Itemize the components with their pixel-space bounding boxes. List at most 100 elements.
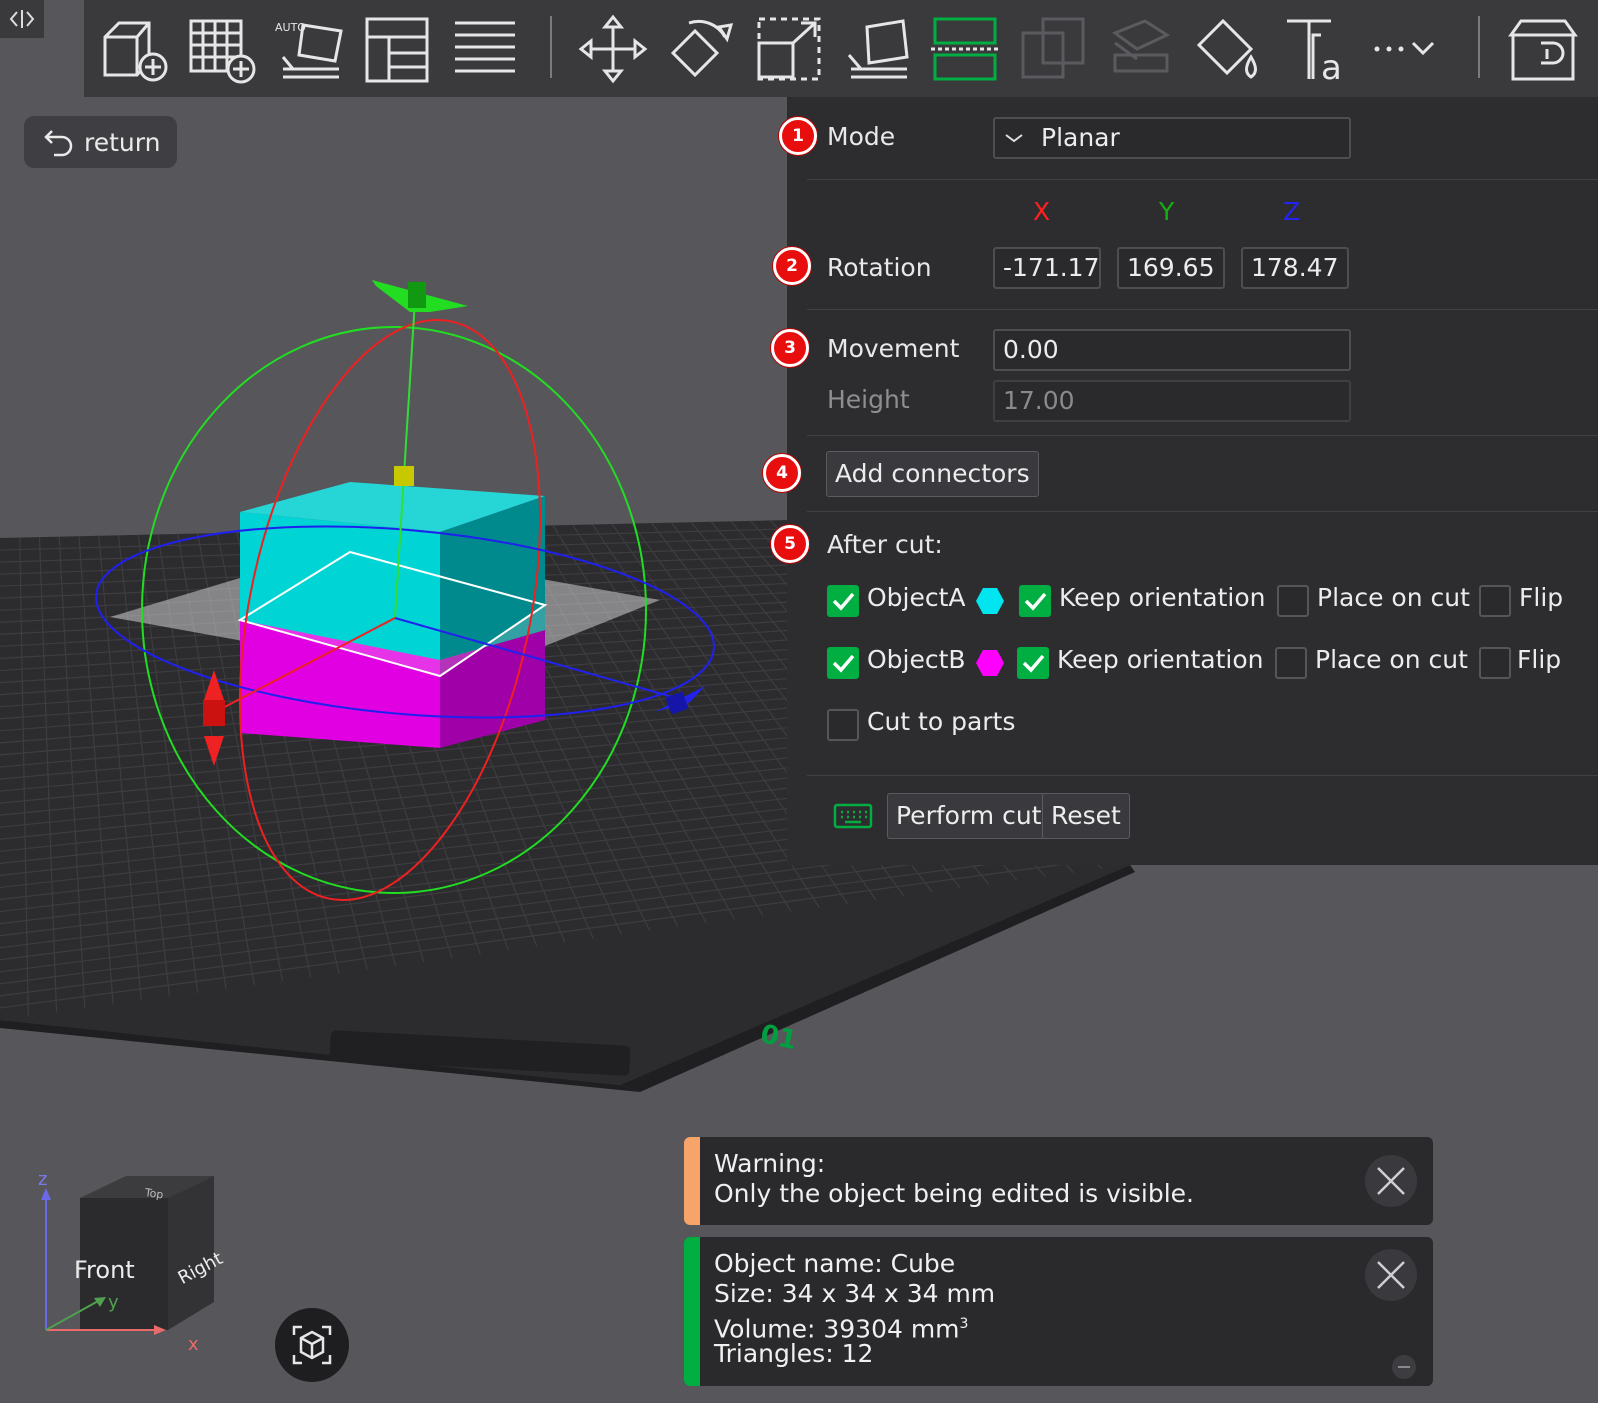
height-input: 17.00 xyxy=(993,380,1351,422)
object-a-keep-orientation-checkbox[interactable] xyxy=(1019,585,1051,617)
axis-z-label: Z xyxy=(1283,197,1301,226)
move-button[interactable] xyxy=(574,10,652,88)
height-label: Height xyxy=(827,385,910,414)
warning-notification: Warning: Only the object being edited is… xyxy=(684,1137,1433,1225)
undo-arrow-icon xyxy=(44,130,73,157)
object-b-keep-orientation-checkbox[interactable] xyxy=(1017,647,1049,679)
view-cube-top-label: Top xyxy=(143,1186,164,1202)
object-a-flip-label: Flip xyxy=(1519,583,1564,612)
move-icon xyxy=(578,14,648,84)
object-a-place-on-cut-label: Place on cut xyxy=(1317,583,1470,612)
add-connectors-button[interactable]: Add connectors xyxy=(826,451,1039,497)
warning-title: Warning: xyxy=(714,1149,826,1178)
object-b-place-on-cut-checkbox[interactable] xyxy=(1275,647,1307,679)
top-toolbar: AUTO a xyxy=(84,0,1598,97)
boolean-icon xyxy=(1021,17,1085,79)
auto-orient-button[interactable]: AUTO xyxy=(270,10,348,88)
axis-x-label: X xyxy=(1033,197,1051,226)
text-icon: a xyxy=(1287,19,1342,85)
cube-add-icon xyxy=(103,21,168,82)
lay-on-face-icon xyxy=(847,19,909,79)
object-a-flip-checkbox[interactable] xyxy=(1479,585,1511,617)
code-toggle-icon xyxy=(9,10,35,28)
mode-value: Planar xyxy=(1041,123,1120,152)
paint-bucket-icon xyxy=(1196,18,1257,79)
grid-add-icon xyxy=(189,19,256,84)
cut-to-parts-checkbox[interactable] xyxy=(827,709,859,741)
auto-orient-icon: AUTO xyxy=(275,21,343,79)
axis-z-indicator: z xyxy=(38,1170,47,1190)
support-paint-button[interactable] xyxy=(1102,10,1180,88)
view-cube-front-label: Front xyxy=(74,1256,135,1284)
cut-icon xyxy=(931,17,999,81)
layers-button[interactable] xyxy=(446,10,524,88)
rotation-label: Rotation xyxy=(827,253,932,282)
svg-text:a: a xyxy=(1321,48,1342,85)
more-icon xyxy=(1374,41,1435,56)
minimize-info-button[interactable] xyxy=(1392,1355,1416,1379)
close-info-button[interactable] xyxy=(1365,1249,1417,1301)
rotation-x-input[interactable]: -171.17 xyxy=(993,247,1101,289)
object-info-notification: Object name: Cube Size: 34 x 34 x 34 mm … xyxy=(684,1237,1433,1386)
chevron-down-icon xyxy=(1005,134,1023,143)
mode-dropdown[interactable]: Planar xyxy=(993,117,1351,159)
add-plate-button[interactable] xyxy=(182,10,260,88)
layers-icon xyxy=(455,21,515,73)
plate-number: 01 xyxy=(758,1019,800,1056)
support-paint-icon xyxy=(1111,19,1171,73)
cut-button[interactable] xyxy=(926,10,1004,88)
axis-y-indicator: y xyxy=(108,1292,119,1313)
object-a-place-on-cut-checkbox[interactable] xyxy=(1277,585,1309,617)
perform-cut-button[interactable]: Perform cut xyxy=(887,793,1051,839)
cube-view-icon xyxy=(292,1325,332,1365)
object-b-place-on-cut-label: Place on cut xyxy=(1315,645,1468,674)
object-b-flip-checkbox[interactable] xyxy=(1479,647,1511,679)
reset-button[interactable]: Reset xyxy=(1042,793,1130,839)
object-size: Size: 34 x 34 x 34 mm xyxy=(714,1279,996,1308)
object-name: Object name: Cube xyxy=(714,1249,956,1278)
close-icon xyxy=(1377,1167,1405,1195)
scale-button[interactable] xyxy=(750,10,828,88)
return-button[interactable]: return xyxy=(24,116,177,168)
object-triangles: Triangles: 12 xyxy=(714,1339,874,1368)
step-badge-2: 2 xyxy=(773,247,811,285)
assembly-button[interactable] xyxy=(1504,10,1582,88)
rotate-icon xyxy=(670,19,734,78)
rotation-z-input[interactable]: 178.47 xyxy=(1241,247,1349,289)
object-b-label: ObjectB xyxy=(867,645,966,674)
step-badge-3: 3 xyxy=(771,329,809,367)
arrange-icon xyxy=(365,17,429,83)
object-a-color-swatch xyxy=(976,588,1004,614)
text-tool-button[interactable]: a xyxy=(1278,10,1356,88)
view-cube[interactable]: Top Front Right z x y xyxy=(30,1170,230,1370)
scale-icon xyxy=(757,17,821,81)
collapse-sidebar-button[interactable] xyxy=(0,0,44,38)
step-badge-1: 1 xyxy=(779,117,817,155)
return-label: return xyxy=(84,127,161,157)
close-warning-button[interactable] xyxy=(1365,1155,1417,1207)
lay-on-face-button[interactable] xyxy=(838,10,916,88)
object-b-keep-orientation-label: Keep orientation xyxy=(1057,645,1264,674)
add-cube-button[interactable] xyxy=(94,10,172,88)
color-paint-button[interactable] xyxy=(1190,10,1268,88)
boolean-button[interactable] xyxy=(1014,10,1092,88)
view-gizmo-button[interactable] xyxy=(275,1308,349,1382)
object-a-checkbox[interactable] xyxy=(827,585,859,617)
arrange-button[interactable] xyxy=(358,10,436,88)
object-b-checkbox[interactable] xyxy=(827,647,859,679)
rotate-button[interactable] xyxy=(662,10,740,88)
mode-label: Mode xyxy=(827,122,896,151)
more-button[interactable] xyxy=(1366,10,1444,88)
step-badge-4: 4 xyxy=(763,454,801,492)
object-b-color-swatch xyxy=(976,650,1004,676)
object-a-label: ObjectA xyxy=(867,583,966,612)
cut-to-parts-label: Cut to parts xyxy=(867,707,1016,736)
step-badge-5: 5 xyxy=(771,525,809,563)
rotation-y-input[interactable]: 169.65 xyxy=(1117,247,1225,289)
movement-input[interactable]: 0.00 xyxy=(993,329,1351,371)
object-a-keep-orientation-label: Keep orientation xyxy=(1059,583,1266,612)
after-cut-label: After cut: xyxy=(827,530,943,559)
movement-label: Movement xyxy=(827,334,960,363)
keyboard-icon[interactable] xyxy=(833,803,873,829)
axis-x-indicator: x xyxy=(188,1334,199,1355)
